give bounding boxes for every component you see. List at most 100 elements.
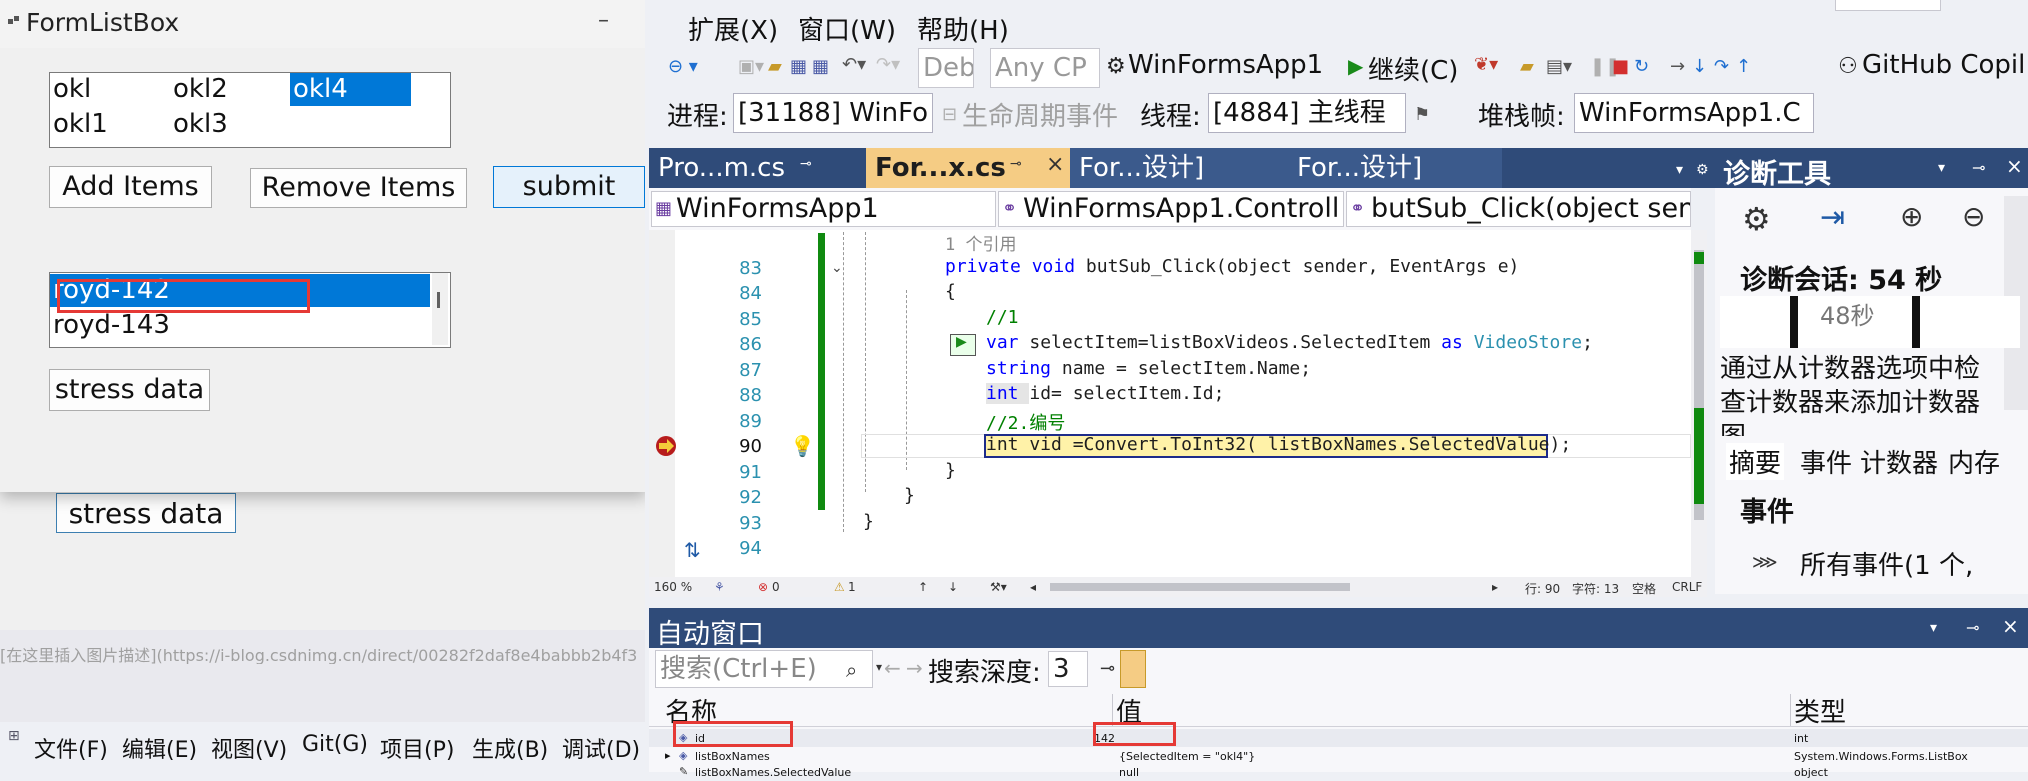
code-line-85[interactable]: //1	[986, 307, 1019, 328]
new-item-icon[interactable]: ▣▾	[738, 56, 764, 77]
zoom-level[interactable]: 160 %	[654, 580, 692, 594]
listbox-names-item[interactable]: okl3	[170, 108, 288, 141]
expand-icon[interactable]: ▸	[665, 749, 671, 762]
process-dropdown[interactable]: [31188] WinFo	[733, 93, 933, 133]
search-forward-icon[interactable]: →	[906, 656, 923, 680]
open-folder-icon[interactable]: ▰	[768, 56, 782, 77]
toggle-format-icon[interactable]	[1120, 650, 1146, 688]
warning-icon[interactable]: ⚠	[834, 580, 845, 594]
code-line-93[interactable]: }	[863, 511, 874, 532]
panel-close-icon[interactable]: ×	[2002, 614, 2019, 638]
line-ending-indicator[interactable]: CRLF	[1672, 580, 1702, 594]
next-issue-icon[interactable]: ↓	[948, 580, 958, 594]
pin-source-icon[interactable]: ⊸	[1100, 658, 1115, 679]
hot-reload-icon[interactable]: ❦▾	[1474, 54, 1498, 75]
panel-pin-icon[interactable]: ⊸	[1972, 158, 1985, 177]
startup-project[interactable]: WinFormsApp1	[1128, 50, 1323, 80]
member-nav-dropdown[interactable]: butSub_Click(object sen	[1346, 191, 1691, 227]
code-line-88[interactable]: int id= selectItem.Id;	[986, 383, 1224, 404]
step-out-icon[interactable]: ↑	[1736, 56, 1751, 77]
step-into-icon[interactable]: ↓	[1692, 56, 1707, 77]
thread-dropdown[interactable]: [4884] 主线程	[1208, 93, 1406, 133]
hscroll-right-icon[interactable]: ▸	[1492, 580, 1498, 594]
close-tab-icon[interactable]: ×	[1046, 152, 1064, 177]
code-line-91[interactable]: }	[945, 460, 956, 481]
error-icon[interactable]: ⊗	[758, 580, 768, 594]
code-line-92[interactable]: }	[904, 485, 915, 506]
stress-data-button[interactable]: stress data	[49, 369, 210, 411]
autos-cell-name[interactable]: listBoxNames	[695, 750, 770, 763]
config-dropdown[interactable]: Deb	[918, 48, 974, 88]
zoom-in-icon[interactable]: ⊕	[1900, 200, 1923, 233]
project-nav-dropdown[interactable]: WinFormsApp1	[651, 191, 996, 227]
restart-icon[interactable]: ↻	[1634, 56, 1649, 77]
tab-summary[interactable]: 摘要	[1726, 443, 1785, 480]
search-icon[interactable]: ⌕	[846, 658, 857, 682]
brush-icon[interactable]: ⚒▾	[990, 580, 1007, 594]
back-menu-view[interactable]: 视图(V)	[211, 732, 287, 764]
flag-icon[interactable]: ⚑	[1414, 104, 1430, 125]
tab-events[interactable]: 事件	[1800, 443, 1852, 480]
tab-memory[interactable]: 内存	[1948, 443, 2000, 480]
back-menu-project[interactable]: 项目(P)	[380, 732, 454, 764]
collapse-icon[interactable]: ⌄	[831, 260, 843, 276]
save-all-icon[interactable]: ▦	[812, 56, 829, 77]
autos-search-input[interactable]: 搜索(Ctrl+E)	[655, 650, 873, 688]
whitespace-indicator[interactable]: 空格	[1632, 580, 1656, 597]
hscroll-left-icon[interactable]: ◂	[1030, 580, 1036, 594]
search-back-icon[interactable]: ←	[884, 656, 901, 680]
panel-dropdown-icon[interactable]: ▾	[1930, 620, 1937, 636]
toolbar-icon[interactable]: ▰	[1520, 56, 1534, 77]
remove-items-button[interactable]: Remove Items	[250, 168, 467, 208]
save-icon[interactable]: ▦	[790, 56, 807, 77]
code-line-89[interactable]: //2.编号	[986, 409, 1065, 435]
search-dropdown-icon[interactable]: ▾	[876, 660, 882, 674]
show-next-statement-icon[interactable]: →	[1670, 56, 1685, 77]
panel-pin-icon[interactable]: ⊸	[1966, 618, 1979, 637]
back-menu-edit[interactable]: 编辑(E)	[122, 732, 197, 764]
code-line-86[interactable]: var selectItem=listBoxVideos.SelectedIte…	[986, 332, 1593, 353]
menu-help[interactable]: 帮助(H)	[917, 10, 1009, 47]
back-menu-build[interactable]: 生成(B)	[472, 732, 548, 764]
column-divider[interactable]	[1790, 694, 1791, 726]
search-box-edge[interactable]	[1835, 0, 1941, 11]
tab-form-designer[interactable]: For...设计]	[1070, 148, 1288, 188]
timeline-marker[interactable]	[1790, 296, 1798, 348]
platform-dropdown[interactable]: Any CP	[990, 48, 1100, 88]
tab-formlistbox-cs[interactable]: For...x.cs	[866, 148, 1070, 188]
listbox-names-item-selected[interactable]: okl4	[290, 73, 411, 106]
expand-events-icon[interactable]: ⋙	[1752, 552, 1778, 573]
tab-counters[interactable]: 计数器	[1860, 443, 1938, 480]
column-type-header[interactable]: 类型	[1794, 692, 1846, 729]
lifecycle-events-button[interactable]: 生命周期事件	[962, 96, 1118, 133]
stack-frame-dropdown[interactable]: WinFormsApp1.C	[1574, 93, 1814, 133]
continue-play-icon[interactable]: ▶	[1348, 54, 1363, 78]
error-count[interactable]: 0	[772, 580, 780, 594]
listbox-names-item[interactable]: okl1	[50, 108, 168, 141]
pin-icon[interactable]: ⊸	[1010, 156, 1022, 172]
scrollbar-thumb[interactable]	[437, 292, 440, 308]
lightbulb-icon[interactable]: 💡	[790, 434, 815, 458]
form-minimize-button[interactable]: –	[598, 8, 609, 33]
step-over-icon[interactable]: ↷	[1714, 56, 1729, 77]
listbox-videos-item[interactable]: royd-143	[50, 309, 430, 342]
back-menu-git[interactable]: Git(G)	[302, 732, 368, 757]
code-line-84[interactable]: {	[945, 281, 956, 302]
menu-extensions[interactable]: 扩展(X)	[688, 10, 778, 47]
tab-form-designer-2[interactable]: For...设计]	[1288, 148, 1502, 188]
background-stress-data-button[interactable]: stress data	[56, 493, 236, 533]
listbox-names-item[interactable]: okl2	[170, 73, 288, 106]
code-line-87[interactable]: string name = selectItem.Name;	[986, 358, 1311, 379]
reference-count[interactable]: 1 个引用	[945, 230, 1016, 255]
search-depth-dropdown[interactable]: 3	[1048, 651, 1088, 687]
autos-cell-value[interactable]: null	[1119, 766, 1139, 779]
export-icon[interactable]: ⇥	[1820, 200, 1845, 235]
toolbar-icon[interactable]: ▤▾	[1546, 56, 1572, 77]
settings-gear-icon[interactable]: ⚙	[1742, 200, 1771, 238]
listbox-videos-scrollbar[interactable]	[432, 273, 448, 345]
undo-icon[interactable]: ↶▾	[842, 54, 866, 75]
github-copilot-button[interactable]: GitHub Copil	[1862, 50, 2025, 80]
diagnostics-indicator-icon[interactable]: ⇅	[684, 538, 701, 562]
tab-program-cs[interactable]: Pro...m.cs	[649, 148, 865, 188]
stop-icon[interactable]: ■	[1612, 56, 1629, 77]
